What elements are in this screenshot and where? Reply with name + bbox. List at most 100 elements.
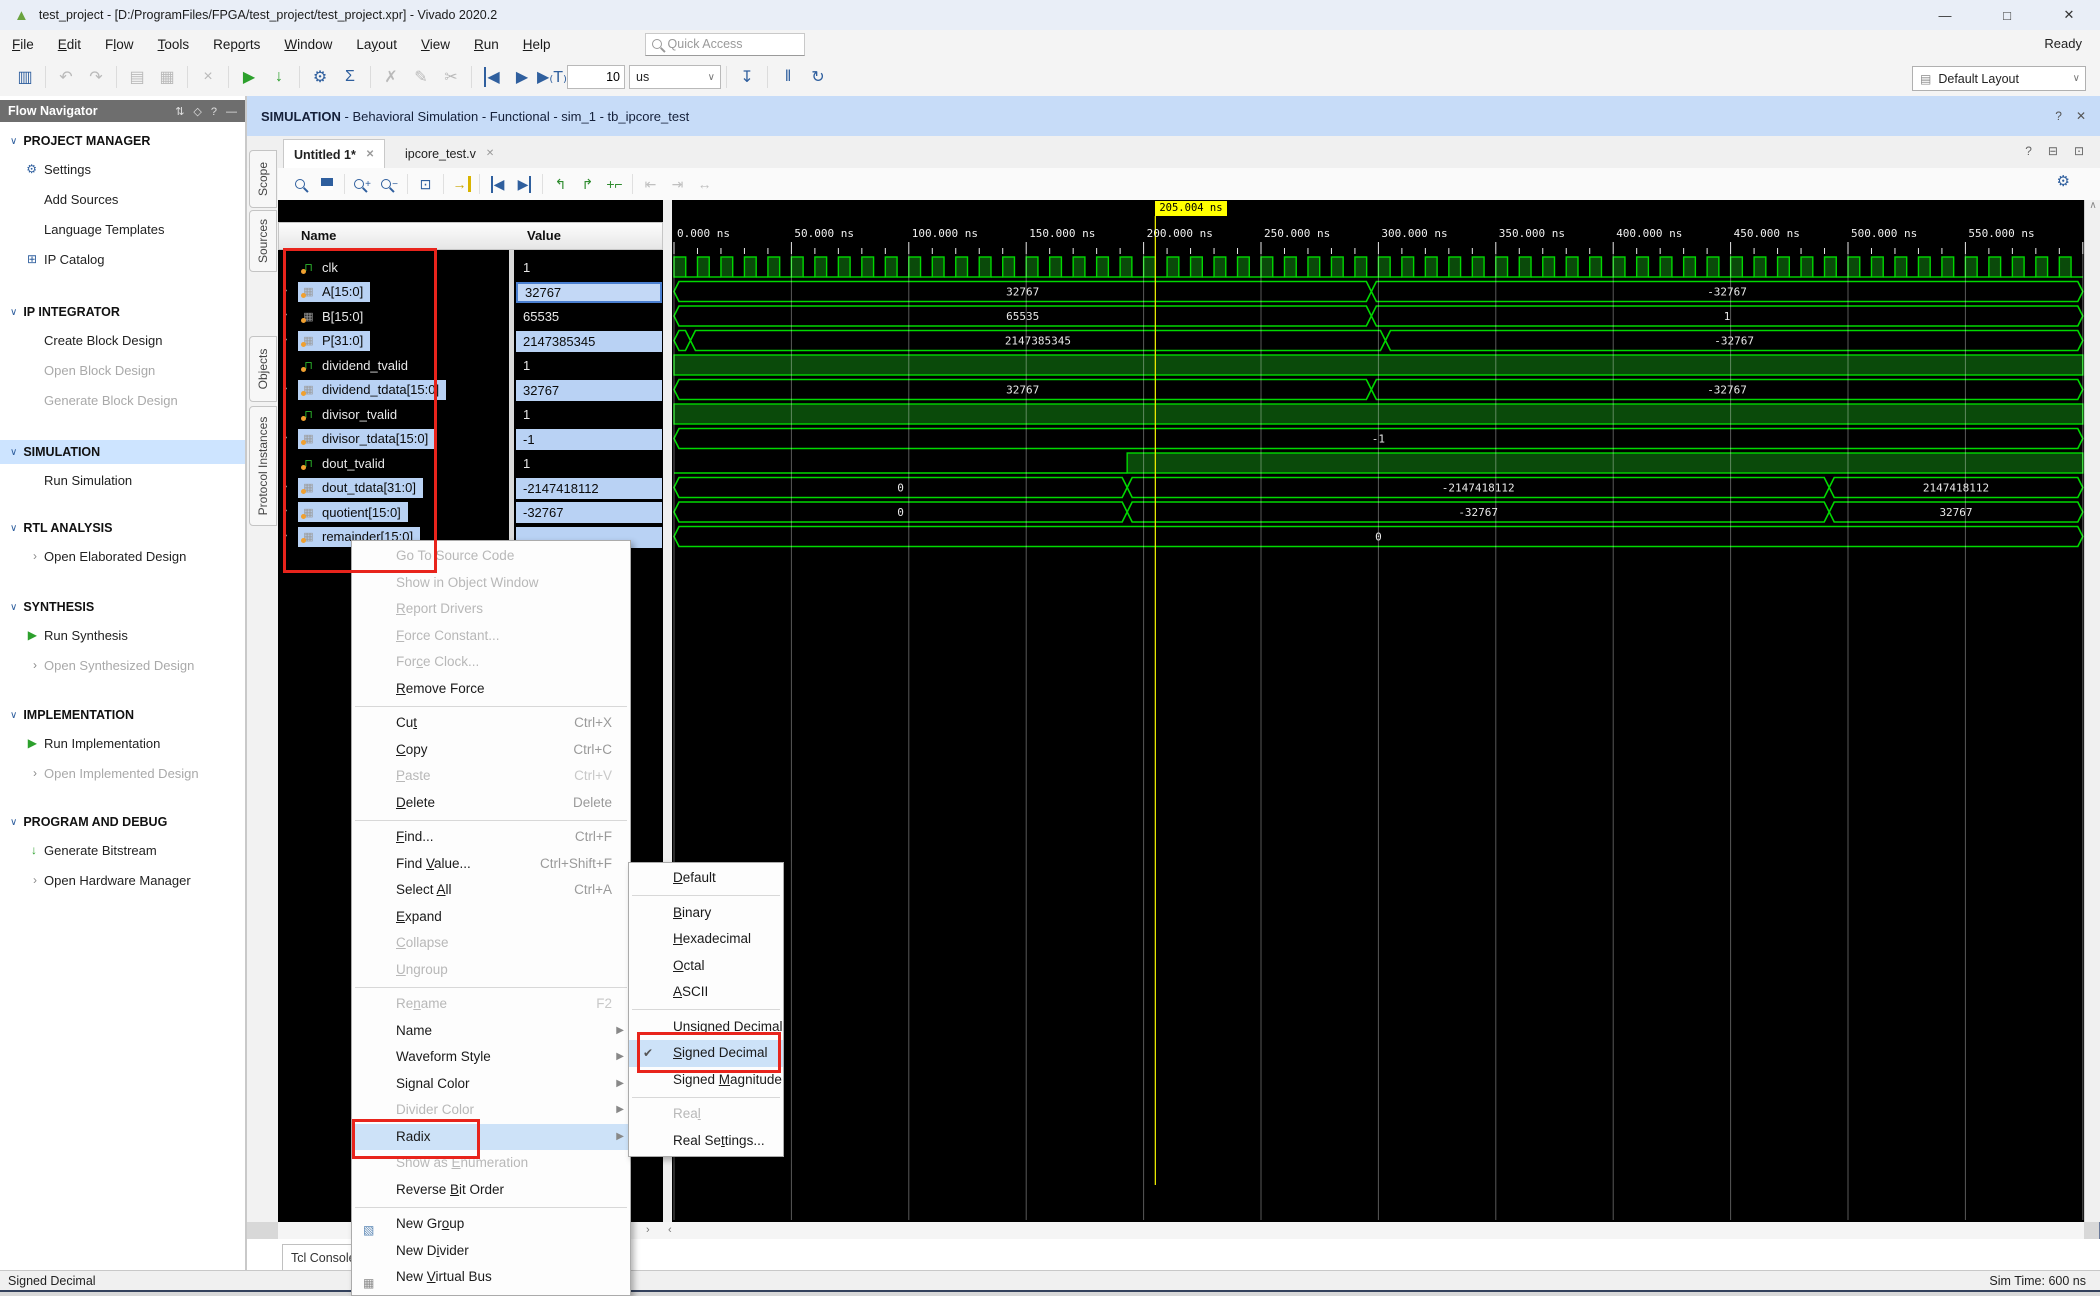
menu-item-new-virtual-bus[interactable]: ▦New Virtual Bus (352, 1264, 630, 1291)
menu-item-new-group[interactable]: ▧New Group (352, 1211, 630, 1238)
section-chevron-icon[interactable]: ∨ (10, 817, 17, 828)
menu-item-show-in-object-window[interactable]: Show in Object Window (352, 570, 630, 597)
menu-item-force-constant-[interactable]: Force Constant... (352, 623, 630, 650)
panel-window-icon[interactable]: ? (2025, 144, 2032, 158)
simulation-time-input[interactable] (567, 65, 625, 89)
menu-layout[interactable]: Layout (344, 37, 409, 52)
radix-option-ascii[interactable]: ASCII (629, 979, 783, 1006)
banner-icon[interactable]: ? (2055, 109, 2062, 123)
swap-left-icon[interactable]: ↰ (548, 172, 573, 196)
cut-wave-icon[interactable]: ✂ (438, 64, 464, 90)
window-minimize-button[interactable]: — (1914, 0, 1976, 30)
pause-icon[interactable]: ‖ (775, 64, 801, 90)
relaunch-icon[interactable]: ↻ (805, 64, 831, 90)
flow-item-generate-block-design[interactable]: Generate Block Design (0, 389, 245, 411)
radix-option-default[interactable]: Default (629, 865, 783, 892)
side-tab-sources[interactable]: Sources (249, 210, 277, 272)
delete-icon[interactable]: × (195, 64, 221, 90)
prev-marker-icon[interactable]: ⇤ (638, 172, 663, 196)
value-column-header[interactable]: Value (527, 228, 561, 243)
generate-bitstream-icon[interactable]: ↓ (266, 64, 292, 90)
tab-ipcore-test-v[interactable]: ipcore_test.v✕ (395, 139, 504, 168)
flow-navigator-header-icon[interactable]: ? (211, 106, 217, 118)
signal-value[interactable]: 32767 (516, 380, 662, 401)
next-transition-icon[interactable]: ▶ (512, 172, 537, 196)
report-icon[interactable]: Σ (337, 64, 363, 90)
run-icon[interactable]: ▶ (236, 64, 262, 90)
waveform-settings-gear-icon[interactable]: ⚙ (2057, 172, 2070, 190)
section-chevron-icon[interactable]: ∨ (10, 523, 17, 534)
zoom-fit-icon[interactable]: ⊡ (413, 172, 438, 196)
window-close-button[interactable]: ✕ (2038, 0, 2100, 30)
signal-value[interactable]: 32767 (516, 282, 662, 303)
menu-item-rename[interactable]: RenameF2 (352, 991, 630, 1018)
section-chevron-icon[interactable]: ∨ (10, 602, 17, 613)
radix-option-binary[interactable]: Binary (629, 900, 783, 927)
signal-value[interactable]: 65535 (516, 306, 662, 327)
menu-item-remove-force[interactable]: Remove Force (352, 676, 630, 703)
open-recent-icon[interactable]: ▥ (12, 64, 38, 90)
menu-item-signal-color[interactable]: Signal Color▶ (352, 1071, 630, 1098)
flow-item-generate-bitstream[interactable]: ↓Generate Bitstream (0, 839, 245, 861)
span-markers-icon[interactable]: ↔ (692, 172, 717, 196)
signal-value[interactable]: 1 (516, 257, 662, 278)
section-chevron-icon[interactable]: ∨ (10, 307, 17, 318)
side-tab-objects[interactable]: Objects (249, 336, 277, 402)
zoom-in-icon[interactable]: + (350, 172, 375, 196)
menu-item-name[interactable]: Name▶ (352, 1018, 630, 1045)
menu-item-reverse-bit-order[interactable]: Reverse Bit Order (352, 1177, 630, 1204)
menu-item-force-clock-[interactable]: Force Clock... (352, 649, 630, 676)
section-chevron-icon[interactable]: ∨ (10, 447, 17, 458)
menu-item-copy[interactable]: CopyCtrl+C (352, 737, 630, 764)
copy-icon[interactable]: ▤ (124, 64, 150, 90)
menu-item-collapse[interactable]: Collapse (352, 930, 630, 957)
menu-reports[interactable]: Reports (201, 37, 272, 52)
flow-item-run-synthesis[interactable]: ▶Run Synthesis (0, 624, 245, 646)
radix-option-real[interactable]: Real (629, 1101, 783, 1128)
panel-window-icon[interactable]: ⊡ (2074, 144, 2084, 158)
menu-view[interactable]: View (409, 37, 462, 52)
close-icon[interactable]: ✕ (486, 148, 494, 159)
section-chevron-icon[interactable]: ∨ (10, 136, 17, 147)
flow-section-implementation[interactable]: ∨IMPLEMENTATION (0, 703, 245, 727)
menu-tools[interactable]: Tools (146, 37, 202, 52)
flow-item-add-sources[interactable]: Add Sources (0, 188, 245, 210)
menu-item-find-[interactable]: Find...Ctrl+F (352, 824, 630, 851)
menu-file[interactable]: File (0, 37, 46, 52)
invalidate-icon[interactable]: ✗ (378, 64, 404, 90)
menu-item-report-drivers[interactable]: Report Drivers (352, 596, 630, 623)
flow-navigator-header-icon[interactable]: — (226, 106, 237, 118)
signal-value[interactable]: -2147418112 (516, 478, 662, 499)
signal-value[interactable]: 1 (516, 355, 662, 376)
flow-item-ip-catalog[interactable]: ⊞IP Catalog (0, 248, 245, 270)
radix-option-hexadecimal[interactable]: Hexadecimal (629, 926, 783, 953)
swap-right-icon[interactable]: ↱ (575, 172, 600, 196)
flow-section-synthesis[interactable]: ∨SYNTHESIS (0, 595, 245, 619)
radix-option-real-settings-[interactable]: Real Settings... (629, 1128, 783, 1155)
menu-item-select-all[interactable]: Select AllCtrl+A (352, 877, 630, 904)
flow-item-settings[interactable]: ⚙Settings (0, 158, 245, 180)
flow-item-create-block-design[interactable]: Create Block Design (0, 329, 245, 351)
menu-item-new-divider[interactable]: New Divider (352, 1238, 630, 1265)
search-icon[interactable] (287, 172, 312, 196)
save-waveform-icon[interactable] (314, 172, 339, 196)
flow-section-project-manager[interactable]: ∨PROJECT MANAGER (0, 129, 245, 153)
flow-navigator-header-icon[interactable]: ⇅ (175, 106, 184, 118)
scroll-up-icon[interactable]: ∧ (2089, 200, 2096, 211)
next-marker-icon[interactable]: ⇥ (665, 172, 690, 196)
panel-window-icon[interactable]: ⊟ (2048, 144, 2058, 158)
flow-item-run-implementation[interactable]: ▶Run Implementation (0, 732, 245, 754)
layout-selector[interactable]: ▤ Default Layout ∨ (1912, 66, 2086, 91)
menu-item-delete[interactable]: DeleteDelete (352, 790, 630, 817)
menu-run[interactable]: Run (462, 37, 511, 52)
flow-navigator-header-icon[interactable]: ◇ (193, 106, 201, 118)
signal-value[interactable]: 1 (516, 453, 662, 474)
window-maximize-button[interactable]: □ (1976, 0, 2038, 30)
close-icon[interactable]: ✕ (366, 149, 374, 160)
side-tab-scope[interactable]: Scope (249, 150, 277, 208)
vertical-scrollbar[interactable]: ∧ (2084, 200, 2100, 1222)
quick-access-search[interactable]: Quick Access (645, 33, 805, 56)
menu-item-paste[interactable]: PasteCtrl+V (352, 763, 630, 790)
flow-item-language-templates[interactable]: Language Templates (0, 218, 245, 240)
flow-section-ip-integrator[interactable]: ∨IP INTEGRATOR (0, 300, 245, 324)
